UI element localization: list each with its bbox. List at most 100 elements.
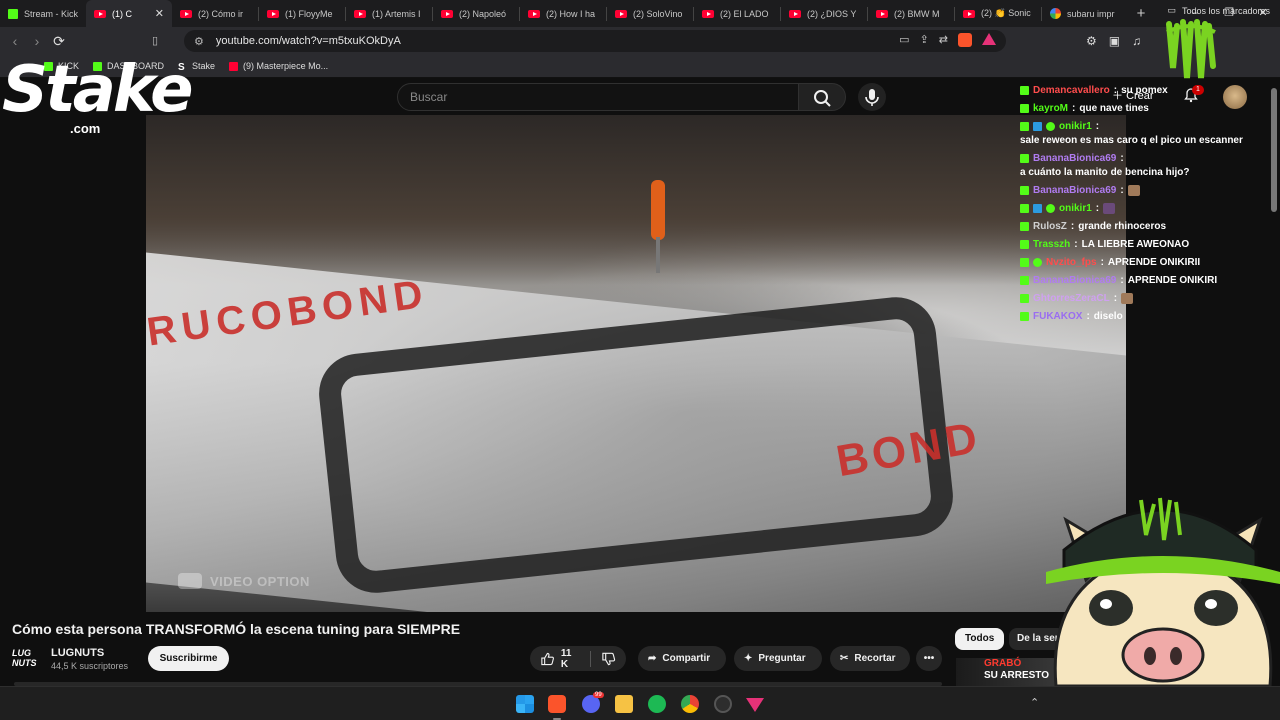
chat-username: Demancavallero	[1033, 85, 1110, 96]
browser-tab[interactable]: (2) SoloVino	[607, 0, 693, 27]
translate-icon[interactable]: ⇄	[939, 33, 948, 47]
media-icon[interactable]: ♫	[1132, 34, 1141, 48]
bookmarks-bar: KICK DASHBOARD S Stake (9) Masterpiece Mo...	[0, 55, 1280, 78]
browser-tab[interactable]: (1) Artemis I	[346, 0, 432, 27]
chat-username: Nvzito_fps	[1046, 257, 1097, 268]
chip-all[interactable]: Todos	[955, 628, 1005, 650]
youtube-icon	[180, 9, 192, 18]
like-dislike-group: 11 K	[530, 646, 626, 671]
tab-label: (2) Cómo ir	[198, 8, 244, 19]
brave-browser-icon[interactable]	[548, 695, 566, 713]
youtube-icon	[267, 9, 279, 18]
thumbs-down-icon[interactable]	[601, 651, 616, 667]
channel-subscribers: 44,5 K suscriptores	[51, 661, 129, 671]
bookmark-item[interactable]: (9) Masterpiece Mo...	[229, 61, 328, 71]
cast-icon[interactable]: ▭	[899, 33, 909, 47]
all-bookmarks[interactable]: ▭ Todos los marcadores	[1167, 5, 1270, 16]
search-button[interactable]	[798, 83, 846, 111]
chat-colon: :	[1070, 221, 1075, 232]
chat-text: APRENDE ONIKIRII	[1107, 257, 1201, 268]
spotify-icon[interactable]	[648, 695, 666, 713]
like-count: 11 K	[560, 647, 572, 670]
voice-search-button[interactable]	[858, 83, 886, 111]
video-screwdriver	[651, 180, 665, 240]
tab-label: (1) C	[112, 8, 132, 19]
like-button[interactable]: 11 K	[540, 648, 580, 670]
more-actions-button[interactable]: •••	[916, 646, 942, 671]
youtube-icon	[94, 9, 106, 18]
all-bookmarks-label: Todos los marcadores	[1181, 5, 1270, 16]
chat-text: grande rhinoceros	[1078, 221, 1167, 232]
subscribe-button[interactable]: Suscribirme	[148, 646, 229, 671]
obs-icon[interactable]	[714, 695, 732, 713]
file-explorer-icon[interactable]	[615, 695, 633, 713]
browser-tabstrip: Stream - Kick (1) C ✕ (2) Cómo ir (1) FloyyM…	[0, 0, 1280, 27]
chat-message: Demancavallero: su pomex	[1020, 84, 1260, 98]
browser-tab[interactable]: (2) How I ha	[520, 0, 606, 27]
toolbar-icons: ⚙ ▣ ♫	[1086, 34, 1141, 48]
browser-tab[interactable]: (1) FloyyMe	[259, 0, 345, 27]
chat-colon: :	[1113, 293, 1118, 304]
tab-label: (2) BMW M	[894, 8, 940, 19]
chat-username: BananaBionica69	[1033, 185, 1117, 196]
youtube-icon	[441, 9, 453, 18]
tab-label: (2) ¿DIOS Y	[807, 8, 857, 19]
chat-message: RulosZ: grande rhinoceros	[1020, 220, 1260, 234]
brave-triangle-icon[interactable]	[746, 698, 764, 712]
kick-badge-icon	[1020, 154, 1029, 163]
browser-tab[interactable]: subaru impr	[1042, 0, 1128, 27]
browser-tab[interactable]: (2) El LADO	[694, 0, 780, 27]
channel-logo[interactable]: LUG NUTS	[12, 648, 42, 670]
address-bar[interactable]: ▯ ⚙ youtube.com/watch?v=m5txuKOkDyA ▭ ⇪ …	[152, 30, 1006, 52]
share-page-icon[interactable]: ⇪	[920, 33, 929, 47]
browser-tab[interactable]: (1) C ✕	[86, 0, 172, 27]
url-text: youtube.com/watch?v=m5txuKOkDyA	[215, 35, 401, 47]
close-tab-icon[interactable]: ✕	[155, 7, 164, 20]
browser-tab[interactable]: (2) 👏 Sonic	[955, 0, 1041, 27]
page-scrollbar[interactable]	[1271, 88, 1277, 212]
browser-tab[interactable]: (2) BMW M	[868, 0, 954, 27]
kick-badge-icon	[1020, 258, 1029, 267]
chat-message: Nvzito_fps: APRENDE ONIKIRII	[1020, 256, 1260, 270]
system-tray-chevron-icon[interactable]: ⌃	[1030, 696, 1039, 709]
video-screwdriver-shaft	[656, 237, 660, 273]
search-input[interactable]: Buscar	[397, 83, 799, 111]
windows-start-icon[interactable]	[516, 695, 534, 713]
site-info-icon[interactable]: ⚙	[194, 35, 204, 48]
share-button[interactable]: ➦ Compartir	[638, 646, 726, 671]
browser-tab[interactable]: (2) Napoleó	[433, 0, 519, 27]
browser-tab[interactable]: (2) ¿DIOS Y	[781, 0, 867, 27]
channel-name[interactable]: LUGNUTS	[51, 647, 104, 659]
chrome-icon[interactable]	[681, 695, 699, 713]
ask-button[interactable]: ✦ Preguntar	[734, 646, 822, 671]
chat-message: BananaBionica69:	[1020, 184, 1260, 198]
new-tab-button[interactable]: +	[1128, 5, 1154, 22]
brave-rewards-icon[interactable]	[982, 33, 996, 45]
reload-button[interactable]: ⟳	[48, 33, 70, 50]
chat-emote-icon	[1127, 185, 1140, 196]
browser-tab[interactable]: (2) Cómo ir	[172, 0, 258, 27]
bookmark-label: Stake	[192, 61, 216, 71]
kick-badge-icon	[1020, 276, 1029, 285]
chat-message: BananaBionica69: a cuánto la manito de be…	[1020, 152, 1260, 180]
tab-label: (2) How I ha	[546, 8, 596, 19]
chat-text: a cuánto la manito de bencina hijo?	[1020, 167, 1190, 178]
chat-username: Trasszh	[1033, 239, 1071, 250]
chat-message: onikir1: sale reweon es mas caro q el pic…	[1020, 120, 1260, 148]
extensions-icon[interactable]: ⚙	[1086, 34, 1097, 48]
back-button[interactable]: ‹	[4, 33, 26, 49]
screenshot-icon[interactable]: ▣	[1109, 34, 1120, 48]
browser-tab[interactable]: Stream - Kick	[0, 0, 86, 27]
youtube-icon	[789, 9, 801, 18]
chat-username: BananaBionica69	[1033, 275, 1117, 286]
forward-button[interactable]: ›	[26, 33, 48, 49]
bookmark-icon[interactable]: ▯	[152, 34, 158, 47]
clip-button[interactable]: ✂ Recortar	[830, 646, 910, 671]
video-player[interactable]: RUCOBOND BOND VIDEO OPTION	[146, 115, 1126, 612]
chat-message: onikir1:	[1020, 202, 1260, 216]
microphone-icon	[865, 89, 879, 106]
youtube-icon	[876, 9, 888, 18]
share-icon: ➦	[648, 653, 657, 664]
brave-shield-icon[interactable]	[958, 33, 972, 47]
chat-message: FUKAKOX: diselo	[1020, 310, 1260, 324]
